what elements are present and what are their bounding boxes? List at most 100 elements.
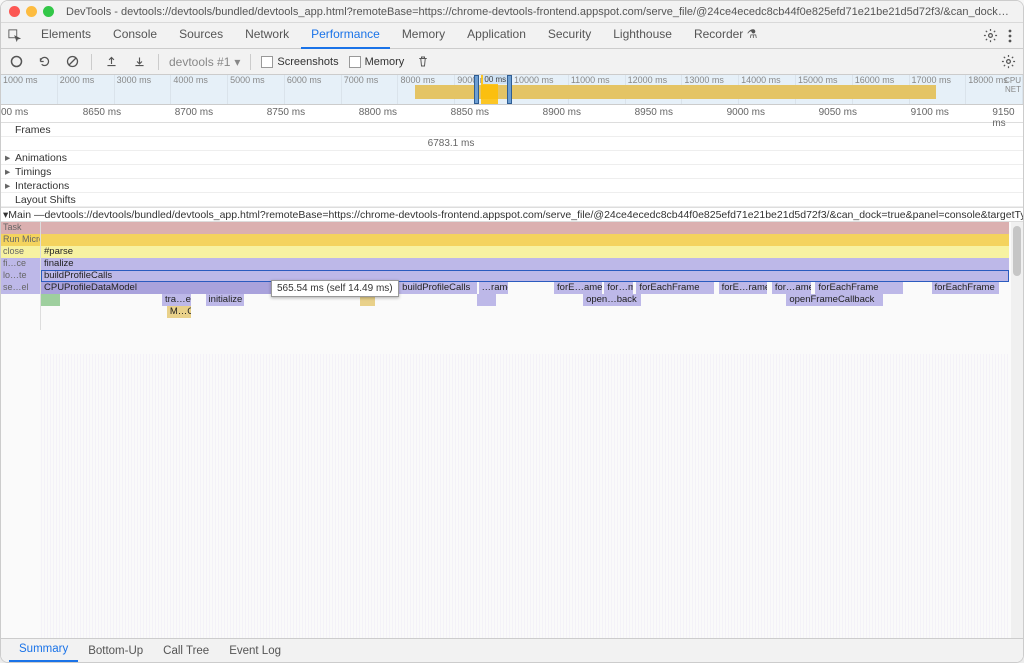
tab-security[interactable]: Security: [538, 22, 601, 49]
flame-chart[interactable]: TaskRun Microtasksclosefi…celo…tese…el #…: [1, 222, 1023, 638]
flame-frame[interactable]: for…ame: [772, 282, 811, 294]
track-interactions[interactable]: ▸Interactions: [1, 179, 1023, 193]
sidecol-label: [1, 294, 41, 306]
sidecol-label: [1, 306, 41, 318]
more-icon[interactable]: [1001, 27, 1019, 45]
flame-sidecol: TaskRun Microtasksclosefi…celo…tese…el: [1, 222, 41, 638]
tracks-section: Frames 6783.1 ms ▸Animations ▸Timings ▸I…: [1, 123, 1023, 208]
time-ruler[interactable]: 00 ms8650 ms8700 ms8750 ms8800 ms8850 ms…: [1, 105, 1023, 123]
flame-frame[interactable]: tra…ee: [162, 294, 191, 306]
flame-frame[interactable]: [41, 234, 1009, 246]
overview-tick: 4000 ms: [171, 75, 228, 104]
btab-bottom-up[interactable]: Bottom-Up: [78, 641, 153, 662]
btab-call-tree[interactable]: Call Tree: [153, 641, 219, 662]
profile-select[interactable]: devtools #1 ▾: [169, 55, 240, 69]
flame-frame[interactable]: [41, 294, 60, 306]
upload-icon[interactable]: [102, 53, 120, 71]
main-thread-header[interactable]: ▾ Main — devtools://devtools/bundled/dev…: [1, 208, 1023, 222]
memory-checkbox[interactable]: Memory: [349, 56, 405, 68]
tab-lighthouse[interactable]: Lighthouse: [603, 22, 682, 49]
download-icon[interactable]: [130, 53, 148, 71]
ruler-tick: 9150 ms: [992, 107, 1023, 129]
tab-elements[interactable]: Elements: [31, 22, 101, 49]
flask-icon: ⚗: [747, 27, 758, 41]
sidecol-label: Run Microtasks: [1, 234, 41, 246]
flame-frame[interactable]: for…me: [604, 282, 633, 294]
flame-frame[interactable]: …rame: [479, 282, 508, 294]
flame-frame[interactable]: #parse: [41, 246, 1009, 258]
inspect-icon[interactable]: [7, 28, 23, 44]
flame-row: #parse: [41, 246, 1009, 258]
overview-handle-left[interactable]: [474, 75, 479, 104]
frame-tooltip: 565.54 ms (self 14.49 ms): [271, 280, 399, 297]
flame-frame[interactable]: finalize: [41, 258, 1009, 270]
flame-frame[interactable]: [477, 294, 496, 306]
chevron-down-icon: ▾: [234, 55, 240, 69]
tab-console[interactable]: Console: [103, 22, 167, 49]
details-tabbar: Summary Bottom-Up Call Tree Event Log: [1, 638, 1023, 662]
track-animations[interactable]: ▸Animations: [1, 151, 1023, 165]
track-timings[interactable]: ▸Timings: [1, 165, 1023, 179]
panel-tabbar: Elements Console Sources Network Perform…: [1, 23, 1023, 49]
minimize-window-button[interactable]: [26, 6, 37, 17]
flame-frame[interactable]: forE…rame: [719, 282, 767, 294]
flame-frame[interactable]: [41, 222, 1009, 234]
titlebar: DevTools - devtools://devtools/bundled/d…: [1, 1, 1023, 23]
ruler-tick: 9100 ms: [911, 107, 949, 118]
flame-frame[interactable]: M…C: [167, 306, 191, 318]
track-layout-shifts[interactable]: Layout Shifts: [1, 193, 1023, 207]
perf-settings-icon[interactable]: [999, 53, 1017, 71]
clear-icon[interactable]: [63, 53, 81, 71]
flame-frame[interactable]: buildProfileCalls: [41, 270, 1009, 282]
sidecol-label: Task: [1, 222, 41, 234]
tab-network[interactable]: Network: [235, 22, 299, 49]
overview-tick: 7000 ms: [342, 75, 399, 104]
overview-tick: 6000 ms: [285, 75, 342, 104]
overview-right-labels: CPU NET: [1004, 76, 1021, 94]
flame-row: [41, 234, 1009, 246]
tab-performance[interactable]: Performance: [301, 22, 390, 49]
window-title: DevTools - devtools://devtools/bundled/d…: [66, 6, 1015, 18]
close-window-button[interactable]: [9, 6, 20, 17]
ruler-tick: 9050 ms: [819, 107, 857, 118]
sidecol-label: se…el: [1, 282, 41, 294]
flame-scrollbar[interactable]: [1011, 222, 1023, 638]
flame-frame[interactable]: forEachFrame: [815, 282, 902, 294]
flame-frame[interactable]: forEachFrame: [636, 282, 713, 294]
overview-handle-right[interactable]: [507, 75, 512, 104]
tab-recorder[interactable]: Recorder ⚗: [684, 22, 767, 49]
zoom-window-button[interactable]: [43, 6, 54, 17]
overview-pane[interactable]: 1000 ms2000 ms3000 ms4000 ms5000 ms6000 …: [1, 75, 1023, 105]
btab-summary[interactable]: Summary: [9, 639, 78, 662]
ruler-tick: 9000 ms: [727, 107, 765, 118]
tab-memory[interactable]: Memory: [392, 22, 455, 49]
tab-sources[interactable]: Sources: [169, 22, 233, 49]
flame-frame[interactable]: openFrameCallback: [786, 294, 883, 306]
ruler-tick: 8800 ms: [359, 107, 397, 118]
flame-frame[interactable]: open…back: [583, 294, 641, 306]
scrollbar-thumb[interactable]: [1013, 226, 1021, 276]
ruler-tick: 8850 ms: [451, 107, 489, 118]
flame-row: tra…ee initialize open…back openFrameCallba…: [41, 294, 1009, 306]
overview-tick: 3000 ms: [115, 75, 172, 104]
ruler-tick: 8700 ms: [175, 107, 213, 118]
flame-frame[interactable]: initialize: [206, 294, 245, 306]
record-icon[interactable]: [7, 53, 25, 71]
sidecol-label: close: [1, 246, 41, 258]
settings-icon[interactable]: [981, 27, 999, 45]
ruler-tick: 8900 ms: [543, 107, 581, 118]
flame-frame[interactable]: forEachFrame: [932, 282, 1000, 294]
reload-icon[interactable]: [35, 53, 53, 71]
flame-frame[interactable]: forE…ame: [554, 282, 602, 294]
flame-frame[interactable]: buildProfileCalls: [399, 282, 476, 294]
overview-window-label: 00 ms: [483, 75, 507, 84]
tab-application[interactable]: Application: [457, 22, 536, 49]
screenshots-checkbox[interactable]: Screenshots: [261, 56, 338, 68]
overview-tick: 5000 ms: [228, 75, 285, 104]
ruler-tick: 8750 ms: [267, 107, 305, 118]
ruler-tick: 8650 ms: [83, 107, 121, 118]
trash-icon[interactable]: [414, 53, 432, 71]
btab-event-log[interactable]: Event Log: [219, 641, 291, 662]
flame-row: finalize: [41, 258, 1009, 270]
track-frames[interactable]: Frames: [1, 123, 1023, 137]
